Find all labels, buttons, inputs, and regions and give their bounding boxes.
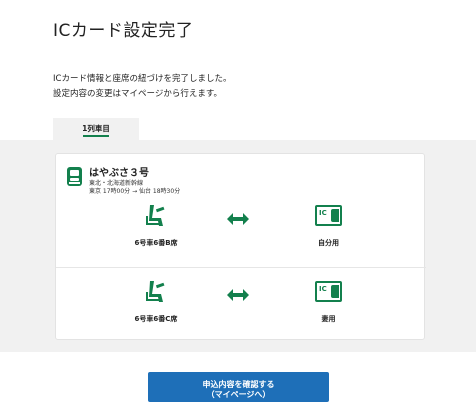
seat-row: 6号車6番C席 IC 妻用 [56, 278, 426, 338]
tab-first-train[interactable]: 1列車目 [53, 118, 139, 140]
seat-ic-card-panel: はやぶさ３号 東北・北海道新幹線 東京 17時00分 → 仙台 18時30分 6… [55, 153, 426, 340]
double-arrow-icon [227, 211, 249, 225]
seat-label: 6号車6番C席 [134, 315, 178, 323]
seat-icon [141, 278, 169, 306]
page-title: ICカード設定完了 [53, 21, 194, 41]
ic-card-text: IC [319, 285, 327, 293]
train-schedule: 東京 17時00分 → 仙台 18時30分 [89, 188, 181, 195]
message-line-2: 設定内容の変更はマイページから行えます。 [53, 89, 222, 99]
ic-card-label: 自分用 [318, 239, 339, 247]
ic-card-icon: IC [315, 281, 342, 302]
ic-card-text: IC [319, 209, 327, 217]
ic-card-label: 妻用 [321, 315, 336, 323]
seat-row: 6号車6番B席 IC 自分用 [56, 202, 426, 262]
completion-message: ICカード情報と座席の紐づけを完了しました。 設定内容の変更はマイページから行え… [53, 72, 231, 102]
train-name: はやぶさ３号 [89, 168, 149, 179]
double-arrow-icon [227, 287, 249, 301]
message-line-1: ICカード情報と座席の紐づけを完了しました。 [53, 74, 232, 84]
ic-card-icon: IC [315, 205, 342, 226]
train-icon [67, 167, 82, 186]
seat-icon [141, 202, 169, 230]
ic-card-chip [331, 285, 339, 298]
seat-label: 6号車6番B席 [134, 239, 178, 247]
confirm-mypage-button[interactable]: 申込内容を確認する （マイページへ） [148, 372, 329, 402]
ic-card-chip [331, 209, 339, 222]
row-divider [56, 267, 426, 268]
